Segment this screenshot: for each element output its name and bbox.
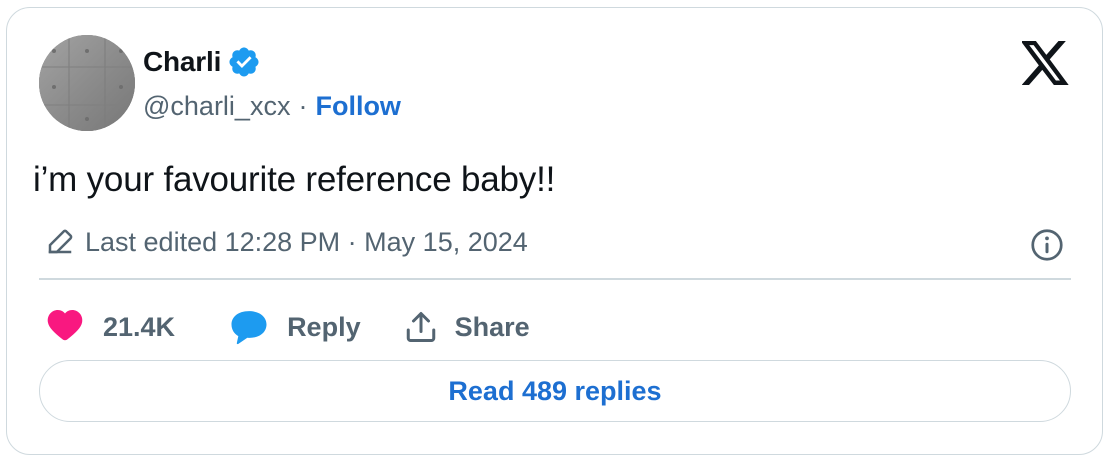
- author-handle-row: @charli_xcx · Follow: [143, 88, 401, 124]
- action-bar: 21.4K Reply Share: [45, 304, 530, 350]
- x-logo-icon[interactable]: [1020, 41, 1070, 85]
- speech-bubble-icon: [229, 308, 269, 346]
- separator-dot: ·: [298, 90, 308, 121]
- verified-badge-icon: [227, 45, 261, 79]
- read-replies-button[interactable]: Read 489 replies: [39, 360, 1071, 422]
- heart-icon: [45, 308, 85, 346]
- author-name[interactable]: Charli: [143, 46, 221, 78]
- like-count: 21.4K: [103, 311, 176, 342]
- divider: [39, 278, 1071, 280]
- read-replies-label: Read 489 replies: [448, 375, 662, 406]
- share-button[interactable]: Share: [403, 308, 530, 346]
- info-icon[interactable]: [1029, 227, 1065, 263]
- edited-row: Last edited 12:28 PM · May 15, 2024: [45, 222, 528, 262]
- reply-label: Reply: [287, 311, 361, 342]
- reply-button[interactable]: Reply: [229, 308, 361, 346]
- follow-button[interactable]: Follow: [315, 91, 400, 122]
- tweet-text: i’m your favourite reference baby!!: [33, 160, 556, 199]
- like-button[interactable]: 21.4K: [45, 308, 175, 346]
- author-handle[interactable]: @charli_xcx: [143, 91, 290, 122]
- edited-timestamp[interactable]: Last edited 12:28 PM · May 15, 2024: [85, 227, 528, 258]
- author-name-row: Charli: [143, 44, 261, 80]
- tweet-card: Charli @charli_xcx · Follow i’m your fav…: [6, 7, 1103, 455]
- avatar[interactable]: [39, 35, 135, 131]
- share-upload-icon: [403, 308, 439, 346]
- pencil-icon: [45, 227, 75, 257]
- share-label: Share: [454, 311, 530, 342]
